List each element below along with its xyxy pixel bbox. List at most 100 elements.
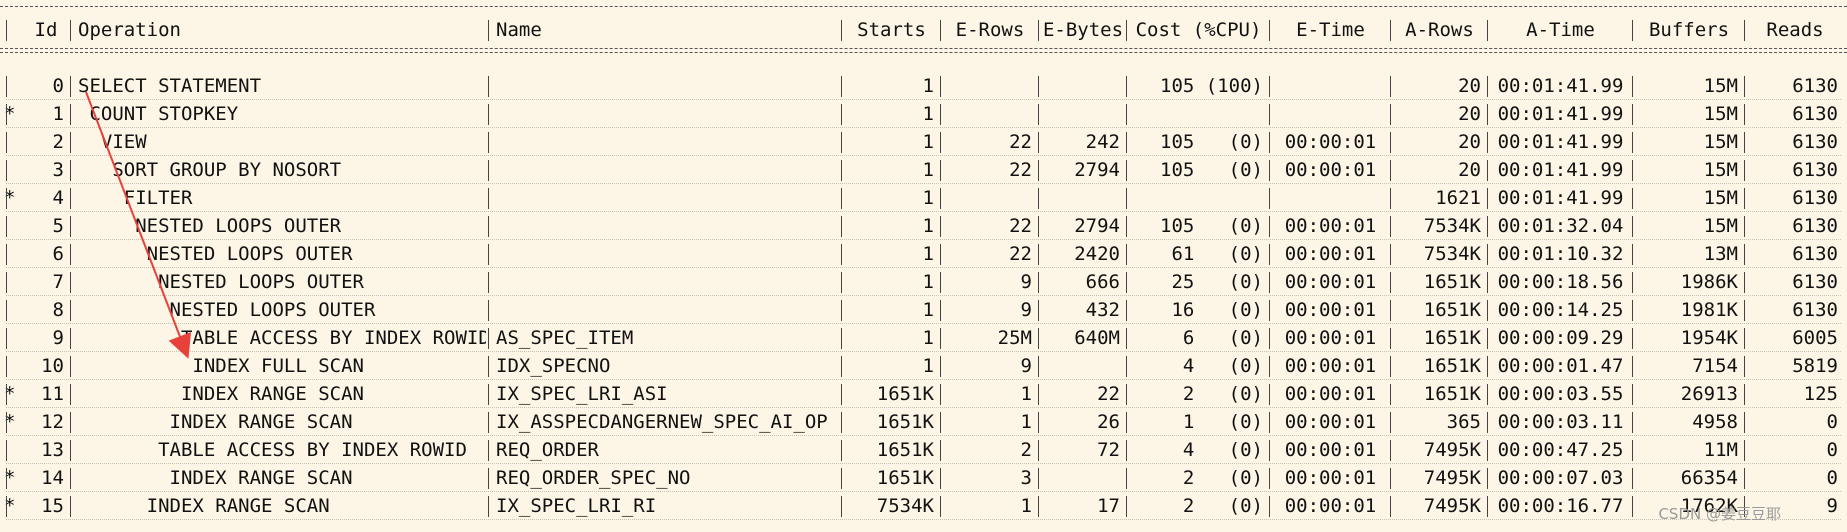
cell-id: 9 [52, 327, 64, 349]
column-separator [1038, 300, 1039, 321]
column-separator [1269, 244, 1270, 265]
column-separator [1269, 384, 1270, 405]
cell-atime: 00:00:16.77 [1497, 495, 1624, 517]
cell-ebytes: 22 [1097, 383, 1120, 405]
cell-arows: 7534K [1423, 243, 1481, 265]
cell-atime: 00:00:14.25 [1497, 299, 1624, 321]
column-separator [940, 384, 941, 405]
cell-etime: 00:00:01 [1284, 355, 1377, 377]
cell-buffers: 1954K [1680, 327, 1738, 349]
plan-row: 7 NESTED LOOPS OUTER 1 9 666 25 (0) 00:00:01 1… [0, 268, 1847, 296]
cell-reads: 6130 [1792, 243, 1838, 265]
cell-starts: 1 [922, 299, 934, 321]
column-separator [940, 244, 941, 265]
cell-etime: 00:00:01 [1284, 327, 1377, 349]
cell-erows: 25M [997, 327, 1032, 349]
cell-buffers: 13M [1703, 243, 1738, 265]
column-separator [1744, 468, 1745, 489]
column-separator [841, 384, 842, 405]
column-separator [841, 104, 842, 125]
cell-reads: 6130 [1792, 75, 1838, 97]
cell-buffers: 15M [1703, 75, 1738, 97]
column-separator [841, 244, 842, 265]
column-header-etime: E-Time [1296, 19, 1365, 41]
cell-operation: INDEX RANGE SCAN [78, 495, 330, 517]
column-separator [488, 244, 489, 265]
cell-operation: TABLE ACCESS BY INDEX ROWID [78, 327, 486, 349]
cell-id: 5 [52, 215, 64, 237]
column-separator [70, 188, 71, 209]
cell-starts: 1651K [876, 383, 934, 405]
column-separator [1269, 272, 1270, 293]
column-separator [1744, 160, 1745, 181]
cell-arows: 20 [1458, 75, 1481, 97]
cell-erows [942, 72, 1038, 100]
cell-name [490, 268, 842, 296]
plan-row: 13 TABLE ACCESS BY INDEX ROWID REQ_ORDER 1… [0, 436, 1847, 464]
plan-row: 10 INDEX FULL SCAN IDX_SPECNO 1 9 4 (0) 00:00… [0, 352, 1847, 380]
predicate-marker [0, 240, 22, 268]
column-separator [1038, 272, 1039, 293]
column-separator [1632, 384, 1633, 405]
cell-operation: INDEX FULL SCAN [78, 355, 364, 377]
cell-starts: 1 [922, 215, 934, 237]
cell-ebytes: 2794 [1074, 215, 1120, 237]
cell-reads: 6130 [1792, 215, 1838, 237]
cell-reads: 6130 [1792, 103, 1838, 125]
column-separator [1487, 244, 1488, 265]
column-separator [1390, 356, 1391, 377]
column-separator [841, 20, 842, 41]
column-header-cost: Cost (%CPU) [1135, 19, 1262, 41]
cell-operation: VIEW [78, 131, 147, 153]
predicate-marker: * [4, 187, 16, 209]
column-separator [1632, 272, 1633, 293]
watermark: CSDN @姜豆豆耶 [1658, 505, 1781, 523]
column-header-erows: E-Rows [955, 19, 1025, 41]
column-separator [1632, 440, 1633, 461]
plan-row: 0 SELECT STATEMENT 1 105 (100) 20 00:01:41.99… [0, 72, 1847, 100]
cell-buffers: 11M [1703, 439, 1738, 461]
column-separator [1487, 272, 1488, 293]
column-separator [1038, 384, 1039, 405]
cell-ebytes [1040, 100, 1126, 128]
cell-cost: 2 (0) [1182, 467, 1263, 489]
column-separator [488, 20, 489, 41]
cell-ebytes [1040, 72, 1126, 100]
cell-atime: 00:01:41.99 [1497, 187, 1624, 209]
cell-ebytes: 432 [1085, 299, 1120, 321]
predicate-marker [0, 324, 22, 352]
cell-etime: 00:00:01 [1284, 215, 1377, 237]
column-separator [1390, 384, 1391, 405]
column-separator [1390, 468, 1391, 489]
cell-erows: 1 [1020, 411, 1032, 433]
cell-atime: 00:01:41.99 [1497, 159, 1624, 181]
column-separator [1632, 356, 1633, 377]
column-separator [1269, 132, 1270, 153]
cell-erows: 22 [1009, 159, 1032, 181]
column-separator [6, 300, 7, 321]
predicate-marker [0, 128, 22, 156]
column-separator [70, 468, 71, 489]
column-separator [1269, 356, 1270, 377]
column-separator [488, 496, 489, 517]
column-separator [940, 104, 941, 125]
column-separator [1126, 272, 1127, 293]
cell-starts: 1 [922, 187, 934, 209]
cell-cost: 25 (0) [1171, 271, 1263, 293]
column-separator [1269, 496, 1270, 517]
cell-operation: NESTED LOOPS OUTER [78, 271, 364, 293]
column-separator [1744, 272, 1745, 293]
column-separator [6, 412, 7, 433]
column-separator [1126, 328, 1127, 349]
cell-erows [942, 184, 1038, 212]
column-separator [1038, 160, 1039, 181]
cell-cost: 2 (0) [1182, 383, 1263, 405]
column-separator [1744, 188, 1745, 209]
predicate-marker: * [4, 495, 16, 517]
column-separator [841, 496, 842, 517]
column-separator [1744, 76, 1745, 97]
column-separator [6, 76, 7, 97]
column-separator [1126, 496, 1127, 517]
column-separator [1390, 496, 1391, 517]
column-separator [70, 356, 71, 377]
